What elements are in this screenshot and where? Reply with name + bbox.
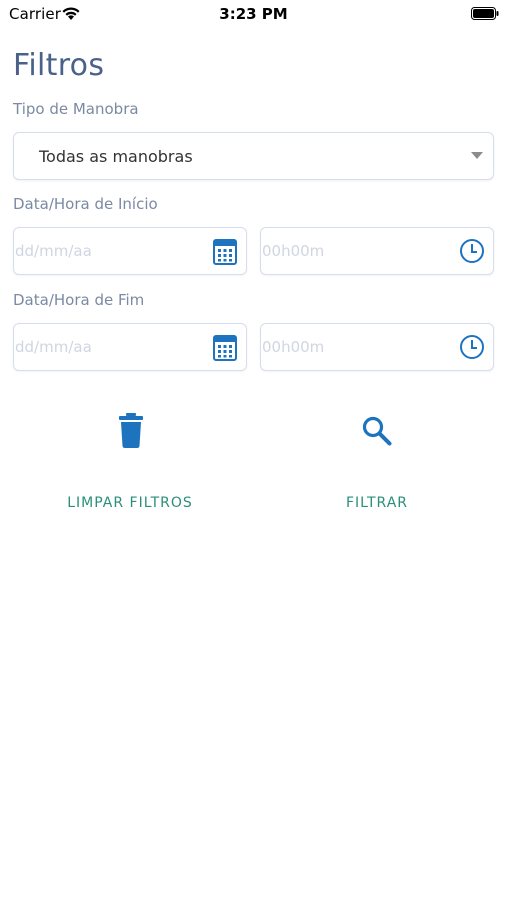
- trash-icon[interactable]: [118, 413, 144, 449]
- status-bar: Carrier 3:23 PM: [0, 0, 507, 28]
- clock: 3:23 PM: [219, 5, 288, 23]
- maneuver-type-value: Todas as manobras: [39, 147, 193, 166]
- end-date-placeholder: dd/mm/aa: [15, 338, 92, 356]
- page-title: Filtros: [13, 48, 105, 83]
- end-time-field[interactable]: 00h00m: [260, 323, 494, 371]
- start-time-placeholder: 00h00m: [262, 242, 325, 260]
- clear-filters-button[interactable]: LIMPAR FILTROS: [0, 495, 260, 511]
- end-datetime-label: Data/Hora de Fim: [13, 291, 145, 309]
- battery-icon: [471, 7, 499, 20]
- filter-button[interactable]: FILTRAR: [260, 495, 494, 511]
- clock-icon[interactable]: [459, 238, 485, 264]
- start-time-field[interactable]: 00h00m: [260, 227, 494, 275]
- search-icon[interactable]: [361, 415, 393, 447]
- end-date-field[interactable]: dd/mm/aa: [13, 323, 247, 371]
- calendar-icon[interactable]: [212, 334, 238, 362]
- chevron-down-icon: [471, 152, 483, 159]
- clock-icon[interactable]: [459, 334, 485, 360]
- maneuver-type-label: Tipo de Manobra: [13, 100, 139, 118]
- start-date-placeholder: dd/mm/aa: [15, 242, 92, 260]
- start-datetime-label: Data/Hora de Início: [13, 195, 158, 213]
- end-time-placeholder: 00h00m: [262, 338, 325, 356]
- calendar-icon[interactable]: [212, 238, 238, 266]
- maneuver-type-select[interactable]: Todas as manobras: [13, 132, 494, 180]
- start-date-field[interactable]: dd/mm/aa: [13, 227, 247, 275]
